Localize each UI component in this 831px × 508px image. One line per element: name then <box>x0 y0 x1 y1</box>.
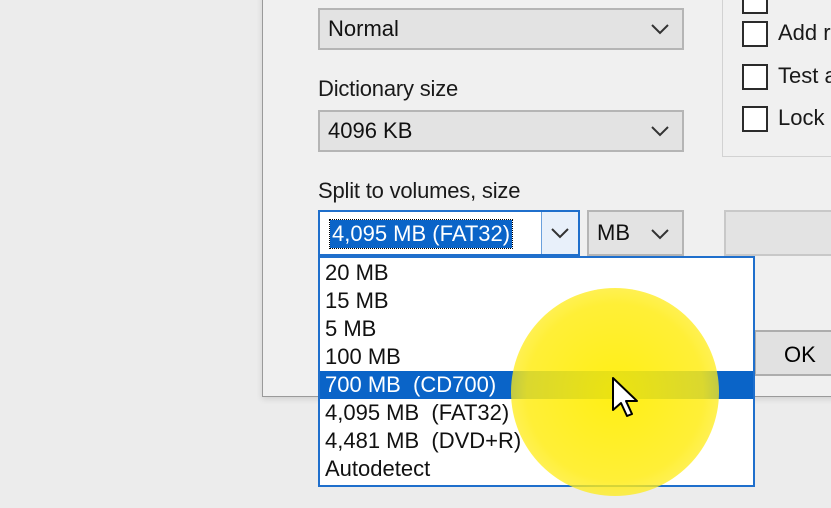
compression-level-value: Normal <box>328 16 399 41</box>
compression-level-combo[interactable]: Normal <box>318 8 684 50</box>
split-volumes-label: Split to volumes, size <box>318 178 521 203</box>
test-checkbox-label: Test a <box>778 63 831 88</box>
chevron-down-icon <box>651 229 669 240</box>
dropdown-option-highlighted[interactable]: 700 MB (CD700) <box>320 371 753 399</box>
dropdown-option[interactable]: 100 MB <box>320 343 753 371</box>
option-checkbox-partial[interactable] <box>742 0 768 14</box>
dictionary-size-value: 4096 KB <box>328 118 413 143</box>
dropdown-option[interactable]: 15 MB <box>320 287 753 315</box>
chevron-down-icon <box>551 228 569 239</box>
test-checkbox[interactable] <box>742 64 768 90</box>
disabled-field <box>724 210 831 256</box>
split-unit-value: MB <box>597 220 630 245</box>
dropdown-option[interactable]: Autodetect <box>320 455 753 483</box>
dropdown-option[interactable]: 5 MB <box>320 315 753 343</box>
lock-checkbox-label: Lock a <box>778 105 831 130</box>
split-volumes-dropdown-button[interactable] <box>541 212 578 254</box>
dictionary-size-combo[interactable]: 4096 KB <box>318 110 684 152</box>
mouse-cursor-icon <box>612 377 638 417</box>
lock-checkbox[interactable] <box>742 106 768 132</box>
chevron-down-icon <box>651 126 669 137</box>
dropdown-option[interactable]: 4,481 MB (DVD+R) <box>320 427 753 455</box>
add-checkbox-label: Add r <box>778 20 831 45</box>
split-volumes-combo[interactable]: 4,095 MB (FAT32) <box>318 210 580 256</box>
chevron-down-icon <box>651 24 669 35</box>
ok-button[interactable]: OK <box>754 330 831 376</box>
split-volumes-dropdown-list[interactable]: 20 MB 15 MB 5 MB 100 MB 700 MB (CD700) 4… <box>318 256 755 487</box>
dropdown-option[interactable]: 20 MB <box>320 259 753 287</box>
dictionary-size-label: Dictionary size <box>318 76 459 101</box>
add-checkbox[interactable] <box>742 21 768 47</box>
split-volumes-input[interactable]: 4,095 MB (FAT32) <box>328 219 514 249</box>
split-unit-combo[interactable]: MB <box>587 210 684 256</box>
dropdown-option[interactable]: 4,095 MB (FAT32) <box>320 399 753 427</box>
ok-button-label: OK <box>784 342 816 367</box>
